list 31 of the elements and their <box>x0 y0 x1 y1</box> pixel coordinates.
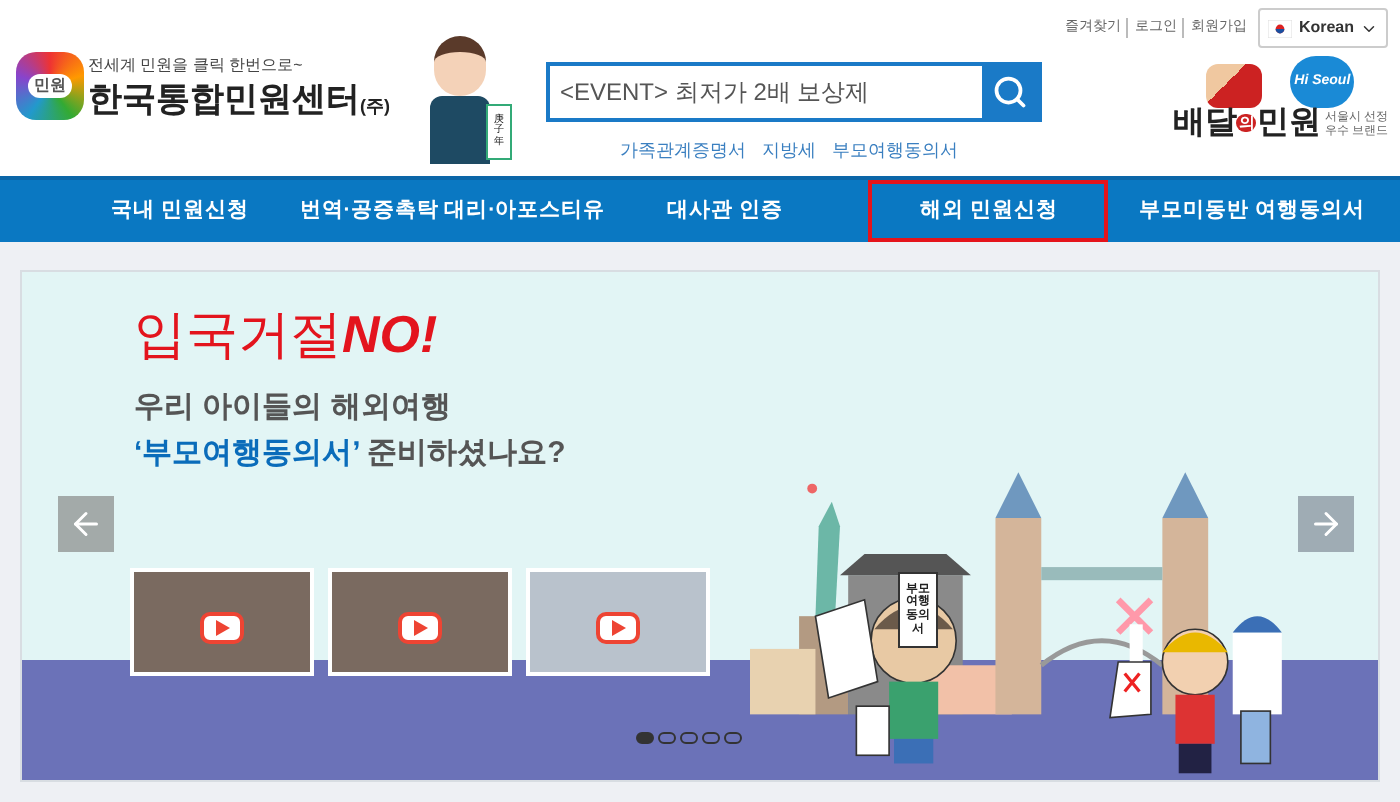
right-arrow-icon <box>1308 506 1344 542</box>
previous-slide-button[interactable] <box>58 496 114 552</box>
logo-text[interactable]: 한국통합민원센터 <box>88 77 360 120</box>
nav-tab[interactable]: 번역·공증촉탁 대리·아포스티유 <box>299 180 606 242</box>
banner-headline-emphasis: NO! <box>342 302 438 368</box>
logo-badge: 민원 <box>28 74 72 98</box>
search-field[interactable]: <EVENT> 최저가 2배 보상제 <box>546 62 1042 122</box>
play-icon <box>200 612 244 644</box>
news-video-thumbnail[interactable] <box>526 568 710 676</box>
video-thumbnail[interactable] <box>328 568 512 676</box>
flag-icon <box>1268 19 1293 37</box>
search-button[interactable] <box>982 66 1038 118</box>
banner-question: ‘부모여행동의서’ 준비하셨나요? <box>134 433 566 473</box>
next-slide-button[interactable] <box>1298 496 1354 552</box>
video-thumbnail[interactable] <box>130 568 314 676</box>
quick-link[interactable]: 지방세 <box>762 138 816 165</box>
banner-subline: 우리 아이들의 해외여행 <box>134 388 453 428</box>
banner-headline: 입국거절 <box>134 302 342 368</box>
language-select[interactable]: Korean <box>1258 8 1388 48</box>
logo-suffix: (주) <box>360 93 390 120</box>
tagline: 전세계 민원을 클릭 한번으로~ <box>88 53 305 78</box>
quick-link[interactable]: 가족관계증명서 <box>620 138 746 165</box>
play-icon <box>398 612 442 644</box>
nav-tab[interactable]: 대사관 인증 <box>605 180 845 242</box>
search-input[interactable]: <EVENT> 최저가 2배 보상제 <box>550 66 982 118</box>
quick-link[interactable]: 부모여행동의서 <box>832 138 958 165</box>
nav-tab[interactable]: 해외 민원신청 <box>868 180 1109 242</box>
search-icon <box>992 74 1028 110</box>
nav-tab[interactable]: 부모미동반 여행동의서 <box>1132 180 1372 242</box>
play-icon <box>596 612 640 644</box>
nav-tab[interactable]: 국내 민원신청 <box>60 180 300 242</box>
